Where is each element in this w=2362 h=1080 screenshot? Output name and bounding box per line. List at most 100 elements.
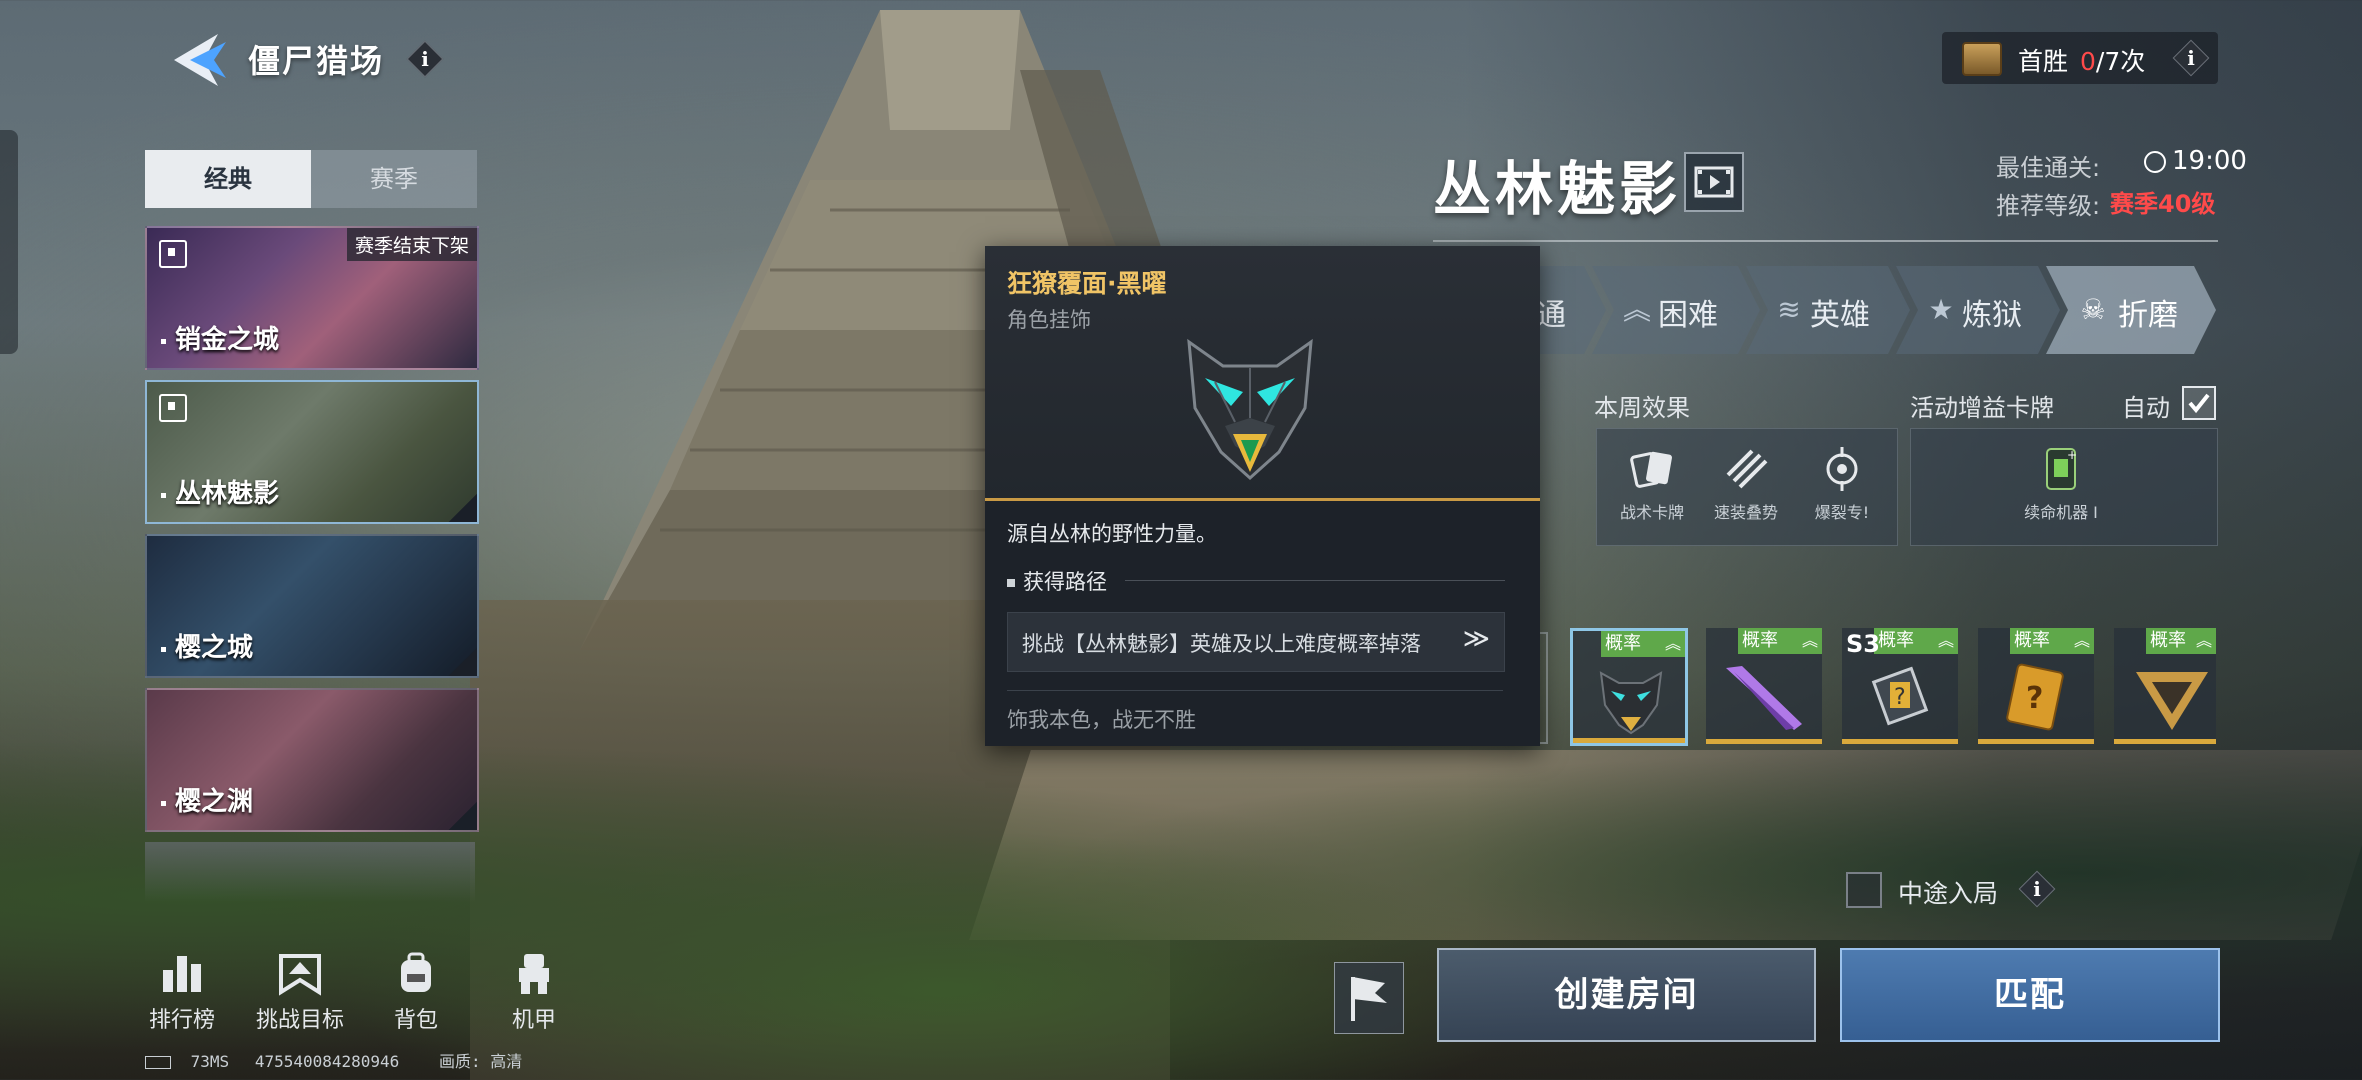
lock-icon [159, 240, 187, 268]
difficulty-torment[interactable]: ☠ 折磨 [2046, 266, 2216, 354]
quality-label: 画质: 高清 [438, 1052, 523, 1071]
nav-mecha[interactable]: 机甲 [474, 950, 594, 1034]
difficulty-hard[interactable]: ︽ 困难 [1592, 266, 1760, 354]
svg-text:+: + [2067, 448, 2077, 462]
buff-cards-panel: + 续命机器 I [1910, 428, 2218, 546]
tab-classic[interactable]: 经典 [145, 150, 311, 208]
mid-join-checkbox[interactable] [1846, 872, 1882, 908]
best-clear-time: 19:00 [2144, 146, 2247, 176]
reward-item-mask[interactable]: 概率 [1570, 628, 1688, 746]
effect-burst-mastery[interactable]: 爆裂专! [1797, 429, 1887, 523]
player-id: 475540084280946 [254, 1052, 400, 1071]
effect-tactical-cards[interactable]: 战术卡牌 [1607, 429, 1697, 523]
map-card-partial[interactable] [145, 842, 475, 902]
difficulty-purgatory[interactable]: ★ 炼狱 [1896, 266, 2060, 354]
tooltip-description: 源自丛林的野性力量。 [1007, 522, 1217, 546]
surrender-flag-button[interactable] [1334, 962, 1404, 1034]
info-icon: i [421, 47, 429, 71]
back-button[interactable] [168, 30, 230, 90]
svg-text:?: ? [2026, 681, 2043, 716]
map-name: 樱之渊 [175, 787, 254, 817]
reward-item-blade[interactable]: 概率 [1706, 628, 1822, 744]
recommended-level-value: 赛季40级 [2110, 190, 2216, 218]
reward-item-emblem[interactable]: 概率 [2114, 628, 2216, 744]
nav-backpack[interactable]: 背包 [356, 950, 476, 1034]
recommended-level-label: 推荐等级: [1996, 192, 2101, 220]
map-card-gold-city[interactable]: 赛季结束下架 销金之城 [145, 226, 479, 370]
weekly-effects-label: 本周效果 [1594, 394, 1690, 422]
chevron-triple-icon: ≋ [1777, 293, 1801, 326]
blade-icon [1726, 666, 1802, 730]
ping-value: 73MS [190, 1052, 230, 1071]
backpack-icon [401, 952, 431, 992]
map-name: 销金之城 [175, 325, 280, 355]
best-clear-label: 最佳通关: [1996, 154, 2101, 182]
reward-item-mystery-weapon[interactable]: 概率 S3 ? [1842, 628, 1958, 744]
level-video-button[interactable] [1684, 152, 1744, 212]
effect-reload-stack[interactable]: 速装叠势 [1701, 429, 1791, 523]
chest-icon [1962, 42, 2002, 76]
first-win-total: /7次 [2095, 47, 2146, 76]
stack-icon [1726, 449, 1768, 489]
flag-icon [1351, 977, 1387, 1021]
mid-join-info-button[interactable]: i [2018, 870, 2056, 908]
tab-season[interactable]: 赛季 [311, 150, 477, 208]
double-chevron-right-icon: ≫ [1462, 624, 1490, 654]
map-card-jungle-phantom[interactable]: 丛林魅影 [145, 380, 479, 524]
first-win-counter: 首胜 0/7次 i [1942, 32, 2218, 84]
header-divider [1433, 240, 2218, 242]
reward-item-mystery-card[interactable]: 概率 ? [1978, 628, 2094, 744]
first-win-info-button[interactable]: i [2172, 39, 2210, 77]
mystery-card-icon: ? [2006, 663, 2064, 731]
buff-cards-label: 活动增益卡牌 [1910, 394, 2054, 422]
back-arrow-icon [174, 34, 226, 86]
map-card-sakura-abyss[interactable]: 樱之渊 [145, 688, 479, 832]
revive-robot-icon: + [2046, 448, 2077, 490]
burst-icon [1826, 447, 1858, 491]
nav-challenge-target[interactable]: 挑战目标 [240, 950, 360, 1034]
battery-icon [145, 1056, 171, 1069]
difficulty-hero[interactable]: ≋ 英雄 [1746, 266, 1910, 354]
map-card-sakura-city[interactable]: 樱之城 [145, 534, 479, 678]
info-icon: i [2187, 46, 2195, 70]
side-drawer-handle[interactable] [0, 130, 18, 354]
skull-icon: ☠ [2080, 293, 2106, 326]
weekly-effects-panel: 战术卡牌 速装叠势 爆裂专! [1596, 428, 1898, 546]
tooltip-title: 狂獠覆面·黑曜 [1007, 269, 1167, 298]
panther-mask-icon [1187, 338, 1313, 481]
first-win-current: 0 [2080, 47, 2096, 76]
mode-title: 僵尸猎场 [248, 42, 385, 80]
info-icon: i [2033, 877, 2041, 901]
video-icon [1694, 166, 1734, 198]
tooltip-path-header: 获得路径 [1007, 566, 1107, 596]
mode-info-button[interactable]: i [406, 40, 444, 78]
map-name: 樱之城 [175, 633, 254, 663]
match-button[interactable]: 匹配 [1840, 948, 2220, 1042]
season-end-badge: 赛季结束下架 [346, 228, 477, 261]
mask-icon [1599, 671, 1663, 735]
clock-icon [2144, 150, 2166, 173]
leaderboard-icon [163, 956, 201, 992]
chevron-double-icon: ︽ [1622, 293, 1651, 326]
lock-icon [159, 394, 187, 422]
check-icon [2188, 393, 2210, 414]
mid-join-label: 中途入局 [1898, 879, 1999, 908]
auto-checkbox[interactable] [2182, 386, 2216, 420]
map-name: 丛林魅影 [175, 479, 280, 509]
status-bar: 73MS 475540084280946 画质: 高清 [145, 1048, 522, 1072]
tooltip-path-text: 挑战【丛林魅影】英雄及以上难度概率掉落 [1022, 632, 1421, 656]
item-tooltip: 狂獠覆面·黑曜 角色挂饰 源自丛林的野性力量。 获得路径 挑战【丛林魅影】英雄及… [985, 246, 1540, 746]
emblem-icon [2136, 672, 2208, 730]
level-title: 丛林魅影 [1433, 155, 1682, 223]
cards-icon [1630, 451, 1672, 488]
tooltip-flavor: 饰我本色，战无不胜 [1007, 708, 1196, 732]
buff-card-revive-robot[interactable]: + 续命机器 I [1991, 429, 2131, 523]
auto-label: 自动 [2122, 394, 2170, 422]
create-room-button[interactable]: 创建房间 [1437, 948, 1816, 1042]
mystery-weapon-icon: ? [1871, 666, 1929, 726]
star-icon: ★ [1928, 293, 1954, 326]
challenge-target-icon [279, 954, 321, 996]
nav-leaderboard[interactable]: 排行榜 [122, 950, 242, 1034]
tooltip-path-link[interactable]: 挑战【丛林魅影】英雄及以上难度概率掉落 ≫ [1007, 612, 1505, 672]
mecha-icon [519, 954, 549, 994]
